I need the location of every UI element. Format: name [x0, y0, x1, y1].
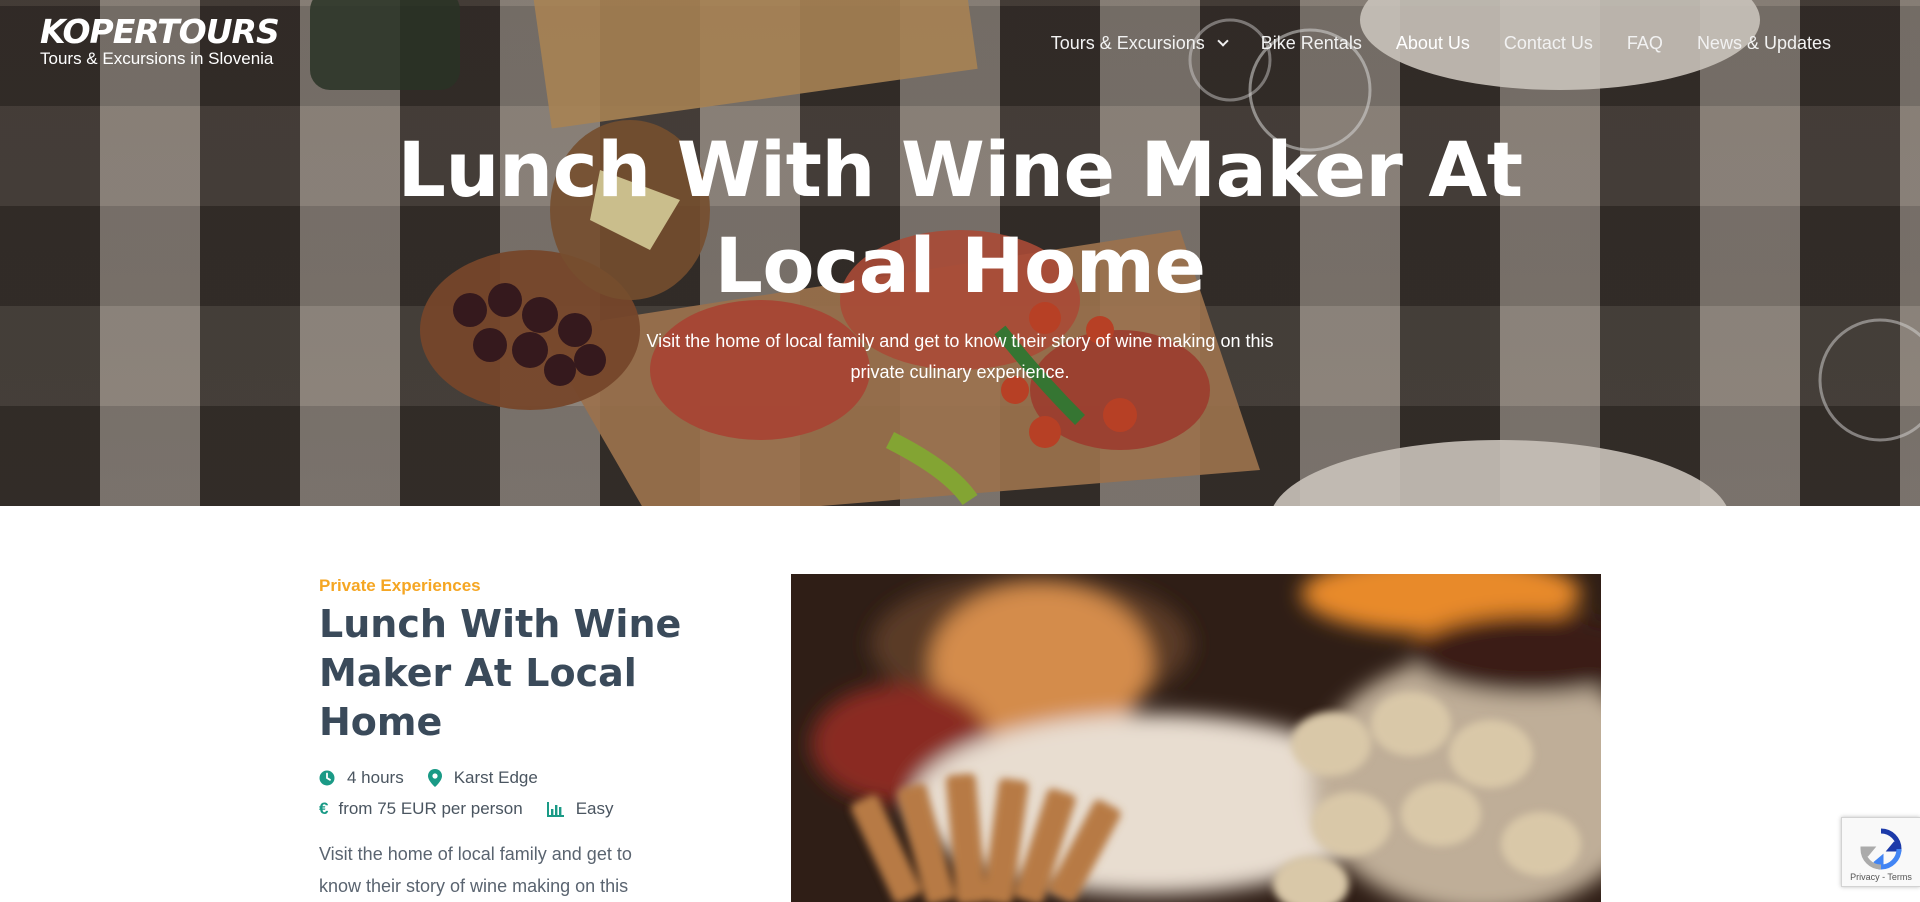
description-line-1: Visit the home of local family and get t… — [319, 844, 632, 864]
bar-chart-icon — [546, 801, 564, 817]
euro-icon: € — [319, 799, 329, 818]
hero-title-line-1: Lunch With Wine Maker At — [397, 125, 1523, 214]
tour-photo — [791, 574, 1601, 902]
tour-difficulty: Easy — [546, 799, 614, 819]
description-line-2: know their story of wine making on this — [319, 876, 629, 896]
chevron-down-icon — [1217, 35, 1229, 47]
main-navigation: Tours & Excursions Bike Rentals About Us… — [1017, 33, 1831, 54]
tour-meta-row-1: 4 hours Karst Edge — [319, 768, 562, 788]
location-text: Karst Edge — [453, 768, 538, 787]
tour-category[interactable]: Private Experiences — [319, 576, 481, 596]
logo-subtitle: Tours & Excursions in Slovenia — [40, 49, 274, 68]
nav-label: News & Updates — [1696, 33, 1831, 53]
tour-location: Karst Edge — [427, 768, 538, 788]
tour-price: € from 75 EUR per person — [319, 799, 523, 819]
hero-subtitle: Visit the home of local family and get t… — [610, 326, 1310, 388]
recaptcha-icon — [1860, 828, 1902, 870]
tour-description: Visit the home of local family and get t… — [319, 838, 679, 902]
nav-label: Tours & Excursions — [1050, 33, 1205, 53]
nav-faq[interactable]: FAQ — [1627, 33, 1663, 54]
nav-tours-excursions[interactable]: Tours & Excursions — [1050, 33, 1229, 54]
hero-subtitle-line-2: private culinary experience. — [850, 362, 1070, 382]
hero-title: Lunch With Wine Maker At Local Home — [360, 122, 1560, 314]
nav-label: FAQ — [1626, 33, 1663, 53]
recaptcha-links[interactable]: Privacy - Terms — [1842, 872, 1920, 882]
tour-title: Lunch With Wine Maker At Local Home — [319, 602, 682, 744]
logo-title: KOPERTOURS — [40, 12, 280, 51]
map-pin-icon — [427, 769, 442, 787]
nav-label: Contact Us — [1503, 33, 1593, 53]
nav-contact-us[interactable]: Contact Us — [1504, 33, 1593, 54]
price-text: from 75 EUR per person — [338, 799, 523, 818]
difficulty-text: Easy — [575, 799, 614, 818]
nav-about-us[interactable]: About Us — [1396, 33, 1470, 54]
hero-title-line-2: Local Home — [714, 221, 1206, 310]
duration-text: 4 hours — [347, 768, 404, 787]
tour-meta-row-2: € from 75 EUR per person Easy — [319, 799, 638, 819]
tour-duration: 4 hours — [319, 768, 404, 788]
site-logo[interactable]: KOPERTOURS Tours & Excursions in Sloveni… — [40, 12, 280, 68]
nav-label: About Us — [1395, 33, 1470, 53]
nav-news-updates[interactable]: News & Updates — [1697, 33, 1831, 54]
recaptcha-badge[interactable]: Privacy - Terms — [1841, 817, 1920, 887]
nav-label: Bike Rentals — [1260, 33, 1362, 53]
clock-icon — [319, 770, 335, 786]
hero-subtitle-line-1: Visit the home of local family and get t… — [646, 331, 1274, 351]
nav-bike-rentals[interactable]: Bike Rentals — [1261, 33, 1362, 54]
